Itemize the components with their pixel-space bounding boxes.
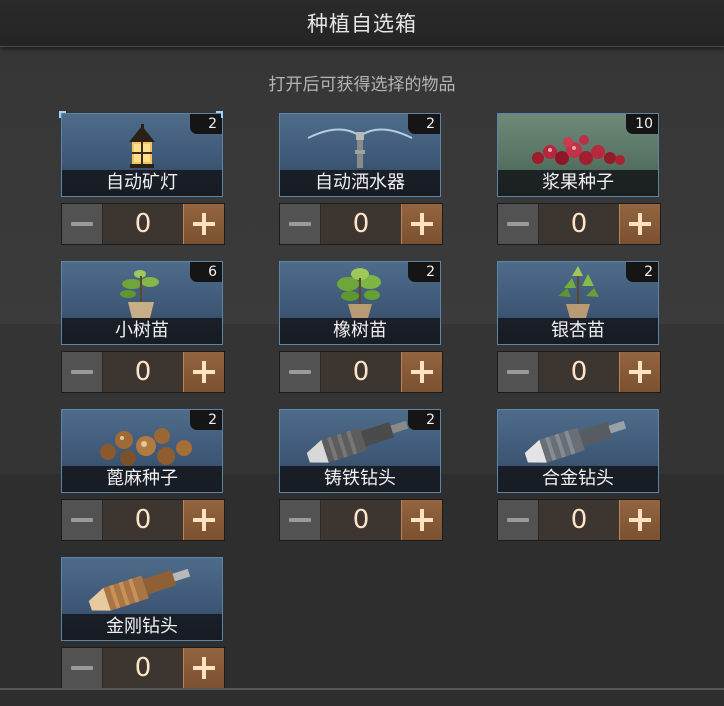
item-slot: 2 蓖麻种子 0 (61, 409, 225, 543)
item-card[interactable]: 金刚钻头 (61, 557, 223, 641)
minus-icon (71, 666, 93, 670)
quantity-value[interactable]: 0 (321, 500, 401, 540)
decrease-button[interactable] (62, 352, 103, 392)
increase-button[interactable] (401, 204, 442, 244)
item-slot: 2 自动洒水器 0 (279, 113, 443, 247)
quantity-stepper: 0 (497, 499, 661, 541)
increase-button[interactable] (401, 352, 442, 392)
item-slot: 2 橡树苗 0 (279, 261, 443, 395)
item-card[interactable]: 2 自动矿灯 (61, 113, 223, 197)
increase-button[interactable] (401, 500, 442, 540)
quantity-value[interactable]: 0 (103, 204, 183, 244)
alloy-drill-icon (524, 420, 627, 463)
item-name: 铸铁钻头 (280, 466, 440, 492)
increase-button[interactable] (183, 500, 224, 540)
item-slot: 2 银杏苗 0 (497, 261, 661, 395)
quantity-stepper: 0 (61, 203, 225, 245)
item-name: 橡树苗 (280, 318, 440, 344)
decrease-button[interactable] (280, 204, 321, 244)
item-card[interactable]: 2 铸铁钻头 (279, 409, 441, 493)
item-count-badge: 10 (626, 114, 658, 134)
diamond-drill-icon (88, 568, 191, 611)
item-card[interactable]: 2 蓖麻种子 (61, 409, 223, 493)
quantity-stepper: 0 (279, 351, 443, 393)
item-name: 合金钻头 (498, 466, 658, 492)
quantity-value[interactable]: 0 (321, 204, 401, 244)
item-slot: 6 小树苗 0 (61, 261, 225, 395)
item-name: 金刚钻头 (62, 614, 222, 640)
decrease-button[interactable] (498, 204, 539, 244)
item-slot: 合金钻头 0 (497, 409, 661, 543)
item-name: 小树苗 (62, 318, 222, 344)
decrease-button[interactable] (62, 648, 103, 688)
item-card[interactable]: 10 浆果种子 (497, 113, 659, 197)
decrease-button[interactable] (280, 500, 321, 540)
quantity-stepper: 0 (61, 499, 225, 541)
item-slot: 金刚钻头 0 (61, 557, 225, 691)
decrease-button[interactable] (62, 500, 103, 540)
quantity-value[interactable]: 0 (103, 648, 183, 688)
minus-icon (289, 370, 311, 374)
item-card[interactable]: 6 小树苗 (61, 261, 223, 345)
item-card[interactable]: 2 橡树苗 (279, 261, 441, 345)
decrease-button[interactable] (62, 204, 103, 244)
minus-icon (289, 222, 311, 226)
increase-button[interactable] (619, 204, 660, 244)
quantity-value[interactable]: 0 (539, 500, 619, 540)
quantity-value[interactable]: 0 (321, 352, 401, 392)
item-name: 蓖麻种子 (62, 466, 222, 492)
decrease-button[interactable] (498, 352, 539, 392)
quantity-stepper: 0 (61, 351, 225, 393)
minus-icon (289, 518, 311, 522)
minus-icon (507, 518, 529, 522)
minus-icon (71, 222, 93, 226)
item-name: 银杏苗 (498, 318, 658, 344)
minus-icon (71, 518, 93, 522)
increase-button[interactable] (183, 204, 224, 244)
quantity-value[interactable]: 0 (103, 500, 183, 540)
item-count-badge: 2 (626, 262, 658, 282)
increase-button[interactable] (183, 648, 224, 688)
item-count-badge: 6 (190, 262, 222, 282)
item-slot: 2 铸铁钻头 0 (279, 409, 443, 543)
increase-button[interactable] (619, 352, 660, 392)
item-card[interactable]: 合金钻头 (497, 409, 659, 493)
quantity-stepper: 0 (61, 647, 225, 689)
increase-button[interactable] (619, 500, 660, 540)
item-name: 自动矿灯 (62, 170, 222, 196)
item-name: 自动洒水器 (280, 170, 440, 196)
item-count-badge: 2 (408, 114, 440, 134)
quantity-value[interactable]: 0 (539, 352, 619, 392)
quantity-stepper: 0 (497, 351, 661, 393)
item-card[interactable]: 2 银杏苗 (497, 261, 659, 345)
quantity-value[interactable]: 0 (539, 204, 619, 244)
item-count-badge: 2 (408, 262, 440, 282)
minus-icon (507, 222, 529, 226)
item-card[interactable]: 2 自动洒水器 (279, 113, 441, 197)
quantity-value[interactable]: 0 (103, 352, 183, 392)
corner-marker (59, 111, 66, 118)
title-bar: 种植自选箱 (0, 0, 724, 47)
quantity-stepper: 0 (279, 203, 443, 245)
dialog-subtitle: 打开后可获得选择的物品 (268, 75, 456, 95)
item-slot: 10 浆果种子 0 (497, 113, 661, 247)
item-count-badge: 2 (408, 410, 440, 430)
decrease-button[interactable] (498, 500, 539, 540)
item-name: 浆果种子 (498, 170, 658, 196)
minus-icon (71, 370, 93, 374)
quantity-stepper: 0 (497, 203, 661, 245)
item-slot: 2 自动矿灯 0 (59, 111, 225, 247)
item-count-badge: 2 (190, 410, 222, 430)
bottom-divider (0, 688, 724, 690)
quantity-stepper: 0 (279, 499, 443, 541)
increase-button[interactable] (183, 352, 224, 392)
dialog-title: 种植自选箱 (307, 12, 417, 36)
corner-marker (216, 111, 223, 118)
decrease-button[interactable] (280, 352, 321, 392)
minus-icon (507, 370, 529, 374)
